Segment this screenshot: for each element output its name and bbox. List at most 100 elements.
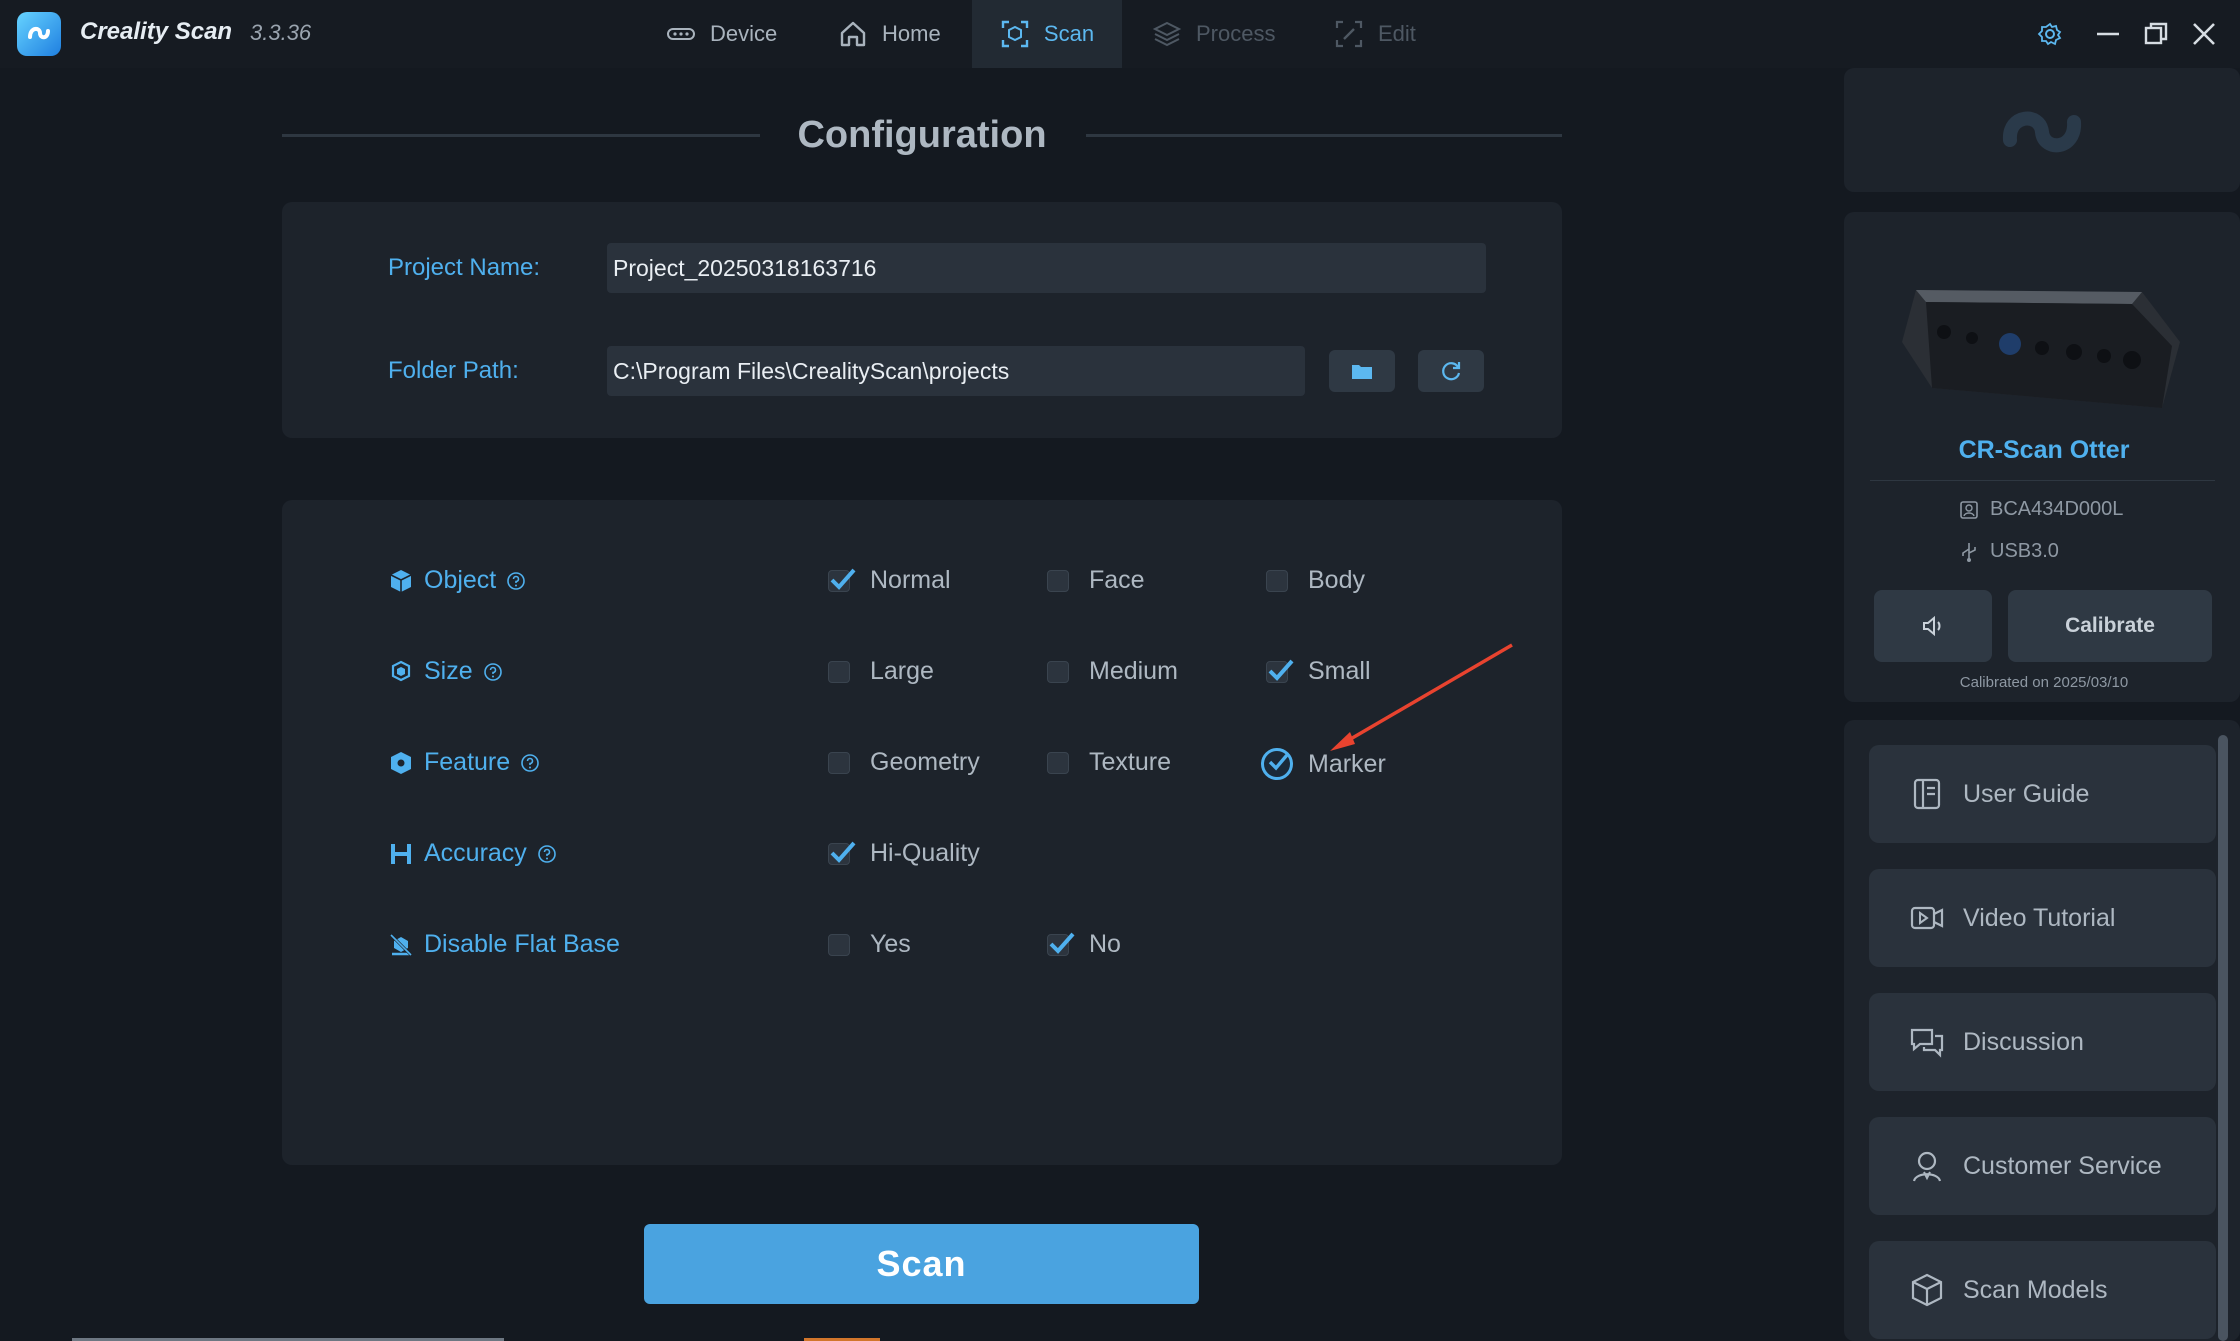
calibrate-button[interactable]: Calibrate bbox=[2008, 590, 2212, 662]
checkbox-box[interactable] bbox=[1266, 659, 1294, 683]
settings-icon[interactable] bbox=[2034, 18, 2066, 50]
tab-home[interactable]: Home bbox=[838, 0, 958, 68]
checkbox-label: Normal bbox=[870, 566, 951, 594]
tab-edit[interactable]: Edit bbox=[1334, 0, 1428, 68]
checkbox-medium[interactable]: Medium bbox=[1047, 657, 1178, 686]
checkbox-box[interactable] bbox=[1047, 569, 1069, 592]
links-scrollbar[interactable] bbox=[2218, 735, 2228, 1341]
option-accuracy: Accuracy bbox=[388, 839, 557, 868]
checkbox-box[interactable] bbox=[1047, 660, 1069, 683]
device-icon bbox=[667, 28, 695, 40]
device-name: CR-Scan Otter bbox=[1958, 436, 2130, 464]
speaker-icon bbox=[1923, 615, 1941, 637]
checkbox-hi-quality[interactable]: Hi-Quality bbox=[828, 839, 980, 868]
checkbox-label: Hi-Quality bbox=[870, 839, 980, 867]
accuracy-icon bbox=[391, 843, 411, 864]
restore-icon[interactable] bbox=[2140, 18, 2172, 50]
project-name-label: Project Name: bbox=[388, 254, 541, 281]
app-version: 3.3.36 bbox=[250, 20, 312, 45]
help-icon[interactable] bbox=[506, 571, 526, 591]
checkbox-box[interactable] bbox=[1047, 932, 1075, 956]
checkbox-large[interactable]: Large bbox=[828, 657, 934, 686]
configuration-header: Configuration bbox=[282, 108, 1562, 164]
sound-button[interactable] bbox=[1874, 590, 1992, 662]
check-icon bbox=[1268, 659, 1294, 681]
tab-scan[interactable]: Scan bbox=[972, 0, 1122, 68]
video-tutorial-button[interactable]: Video Tutorial bbox=[1869, 869, 2216, 967]
option-disable-flat-base: Disable Flat Base bbox=[388, 930, 620, 959]
device-divider bbox=[1870, 480, 2215, 481]
checkbox-yes[interactable]: Yes bbox=[828, 930, 911, 959]
scan-options-card bbox=[282, 500, 1562, 1165]
customer-service-button[interactable]: Customer Service bbox=[1869, 1117, 2216, 1215]
checkbox-box[interactable] bbox=[828, 660, 850, 683]
scanner-device-image bbox=[1902, 290, 2180, 408]
checkbox-label: Texture bbox=[1089, 748, 1171, 776]
header-divider-right bbox=[1086, 134, 1562, 137]
scan-models-label: Scan Models bbox=[1963, 1275, 2108, 1304]
help-icon[interactable] bbox=[483, 662, 503, 682]
tab-edit-label: Edit bbox=[1378, 21, 1416, 46]
help-icon[interactable] bbox=[520, 753, 540, 773]
close-icon[interactable] bbox=[2188, 18, 2220, 50]
discussion-button[interactable]: Discussion bbox=[1869, 993, 2216, 1091]
book-icon bbox=[1913, 778, 1941, 810]
home-icon bbox=[840, 21, 866, 47]
option-accuracy-label: Accuracy bbox=[424, 839, 527, 867]
checkbox-box[interactable] bbox=[828, 751, 850, 774]
checkbox-box[interactable] bbox=[1261, 748, 1293, 780]
usb-icon bbox=[1962, 542, 1976, 562]
project-name-input[interactable]: Project_20250318163716 bbox=[607, 243, 1486, 293]
checkbox-no[interactable]: No bbox=[1047, 930, 1121, 959]
scan-icon bbox=[1001, 20, 1029, 48]
folder-icon bbox=[1352, 365, 1372, 379]
checkbox-normal[interactable]: Normal bbox=[828, 566, 951, 595]
edit-icon bbox=[1335, 20, 1363, 48]
option-object-label: Object bbox=[424, 566, 497, 594]
checkbox-box[interactable] bbox=[1266, 569, 1288, 592]
project-card bbox=[282, 202, 1562, 438]
scan-button[interactable]: Scan bbox=[644, 1224, 1199, 1304]
checkbox-geometry[interactable]: Geometry bbox=[828, 748, 980, 777]
checkbox-face[interactable]: Face bbox=[1047, 566, 1145, 595]
minimize-icon[interactable] bbox=[2092, 18, 2124, 50]
folder-path-label: Folder Path: bbox=[388, 357, 519, 384]
scan-models-button[interactable]: Scan Models bbox=[1869, 1241, 2216, 1339]
tab-scan-label: Scan bbox=[1043, 21, 1095, 46]
checkbox-label: Body bbox=[1308, 566, 1365, 594]
option-feature-label: Feature bbox=[424, 748, 511, 776]
discussion-label: Discussion bbox=[1963, 1027, 2084, 1056]
agent-icon bbox=[1912, 1151, 1942, 1182]
video-icon bbox=[1910, 906, 1944, 930]
option-feature: Feature bbox=[388, 748, 540, 777]
serial-icon bbox=[1960, 500, 1978, 519]
help-icon[interactable] bbox=[537, 844, 557, 864]
refresh-icon bbox=[1442, 362, 1461, 381]
checkbox-body[interactable]: Body bbox=[1266, 566, 1365, 595]
checkbox-label: No bbox=[1089, 930, 1121, 958]
tab-process-label: Process bbox=[1196, 21, 1276, 46]
checkbox-texture[interactable]: Texture bbox=[1047, 748, 1171, 777]
checkbox-box[interactable] bbox=[828, 933, 850, 956]
check-icon bbox=[830, 841, 856, 863]
folder-path-input[interactable]: C:\Program Files\CrealityScan\projects bbox=[607, 346, 1305, 396]
brand-logo-icon bbox=[2003, 111, 2081, 153]
video-tutorial-label: Video Tutorial bbox=[1963, 903, 2116, 932]
user-guide-button[interactable]: User Guide bbox=[1869, 745, 2216, 843]
checkbox-box[interactable] bbox=[828, 841, 856, 865]
title-bar: Creality Scan 3.3.36 Device Home Scan Pr… bbox=[0, 0, 2240, 68]
device-serial-text: BCA434D000L bbox=[1990, 498, 2124, 520]
check-icon bbox=[1268, 753, 1289, 771]
chat-icon bbox=[1910, 1028, 1944, 1058]
size-cube-icon bbox=[391, 660, 411, 681]
tab-device[interactable]: Device bbox=[666, 0, 790, 68]
reset-folder-button[interactable] bbox=[1418, 350, 1484, 392]
layers-icon bbox=[1152, 21, 1182, 47]
brand-logo-card bbox=[1844, 68, 2240, 192]
browse-folder-button[interactable] bbox=[1329, 350, 1395, 392]
tab-process[interactable]: Process bbox=[1152, 0, 1278, 68]
calibration-date: Calibrated on 2025/03/10 bbox=[1959, 674, 2129, 691]
customer-service-label: Customer Service bbox=[1963, 1151, 2162, 1180]
checkbox-box[interactable] bbox=[828, 568, 856, 592]
checkbox-box[interactable] bbox=[1047, 751, 1069, 774]
